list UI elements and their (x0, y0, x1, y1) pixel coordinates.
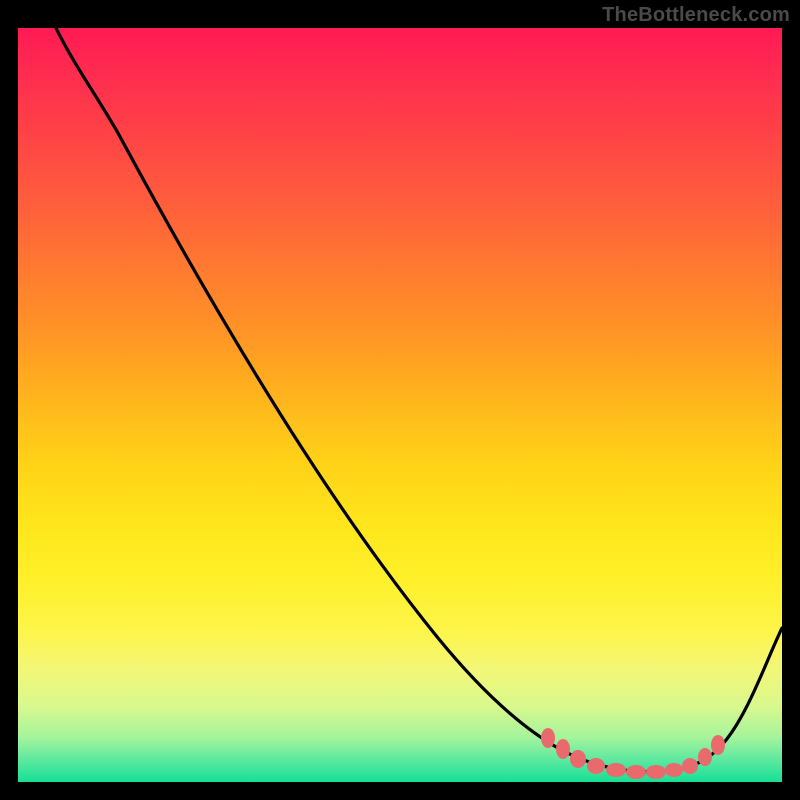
watermark-text: TheBottleneck.com (602, 4, 790, 27)
marker-dot (606, 763, 626, 777)
marker-dot (556, 739, 570, 759)
marker-dot (711, 735, 725, 755)
flat-zone-markers (541, 728, 725, 779)
marker-dot (646, 765, 666, 779)
chart-svg (18, 28, 782, 782)
marker-dot (541, 728, 555, 748)
bottleneck-curve (56, 28, 782, 772)
marker-dot (665, 763, 683, 777)
chart-frame: TheBottleneck.com (0, 0, 800, 800)
marker-dot (682, 758, 698, 774)
marker-dot (626, 765, 646, 779)
marker-dot (570, 750, 586, 768)
marker-dot (698, 748, 712, 766)
marker-dot (587, 758, 605, 774)
plot-area (18, 28, 782, 782)
